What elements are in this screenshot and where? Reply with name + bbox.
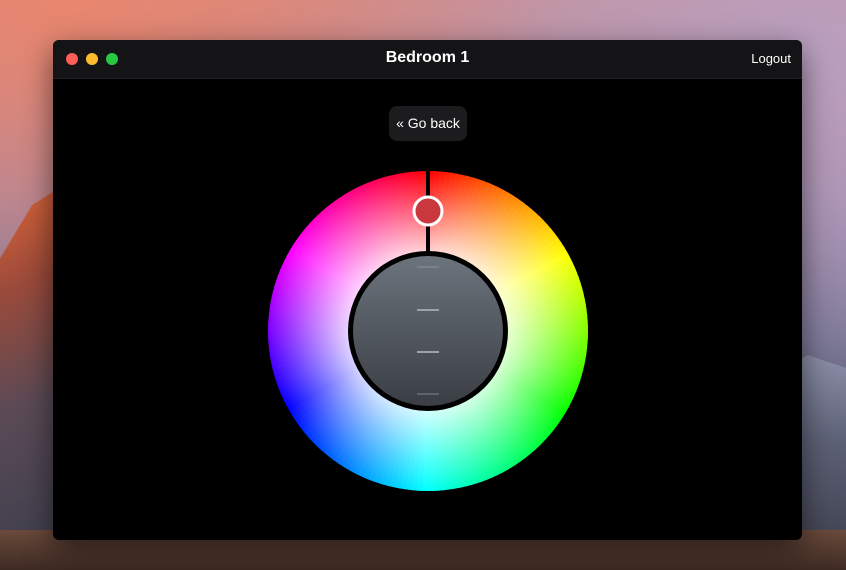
app-window: Bedroom 1 Logout « Go back bbox=[53, 40, 802, 540]
window-title: Bedroom 1 bbox=[385, 49, 470, 66]
brightness-knob[interactable] bbox=[353, 256, 503, 406]
logout-button[interactable]: Logout bbox=[751, 51, 791, 66]
title-bar: Bedroom 1 Logout bbox=[53, 40, 802, 79]
color-picker[interactable] bbox=[268, 171, 588, 491]
color-selector-handle[interactable] bbox=[412, 195, 444, 227]
color-wheel-svg bbox=[268, 171, 588, 491]
go-back-button[interactable]: « Go back bbox=[389, 106, 467, 141]
